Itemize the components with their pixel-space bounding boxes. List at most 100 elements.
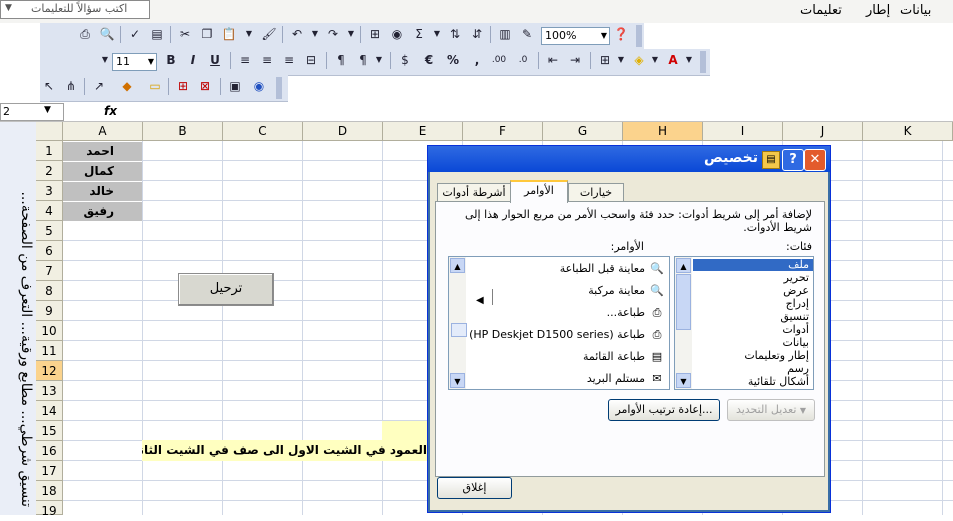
- column-header[interactable]: J: [783, 122, 863, 141]
- row-header[interactable]: 5: [36, 221, 63, 241]
- merge-center-icon[interactable]: ⊟: [302, 51, 320, 69]
- cell-a1[interactable]: احمد: [63, 142, 142, 161]
- increase-decimal-icon[interactable]: .00: [490, 51, 508, 69]
- pointer-icon[interactable]: ↖: [40, 77, 58, 95]
- row-header[interactable]: 12: [36, 361, 63, 381]
- chevron-down-icon[interactable]: ▼: [44, 105, 51, 115]
- column-header[interactable]: A: [63, 122, 143, 141]
- spelling-icon[interactable]: ✓: [126, 25, 144, 43]
- close-button[interactable]: إغلاق: [437, 477, 512, 499]
- chevron-down-icon[interactable]: ▼: [240, 25, 258, 43]
- chevron-down-icon[interactable]: ▼: [428, 25, 446, 43]
- toolbar-grip[interactable]: [276, 77, 282, 99]
- globe-icon[interactable]: ◉: [388, 25, 406, 43]
- remove-all-arrows-icon[interactable]: ⊠: [196, 77, 214, 95]
- zoom-combo[interactable]: 100% ▼: [541, 27, 610, 45]
- categories-list[interactable]: ▲ ▼ ملف تحرير عرض إدراج تنسيق أدوات بيان…: [674, 256, 814, 390]
- chevron-down-icon[interactable]: ▼: [5, 3, 12, 13]
- tree-icon[interactable]: ⋔: [62, 77, 80, 95]
- list-item[interactable]: تحرير: [784, 272, 809, 284]
- format-painter-icon[interactable]: 🖌: [260, 25, 278, 43]
- column-header[interactable]: H: [623, 122, 703, 141]
- row-header[interactable]: 1: [36, 141, 63, 161]
- chevron-down-icon[interactable]: ▼: [148, 54, 154, 70]
- align-right-icon[interactable]: ≡: [280, 51, 298, 69]
- align-center-icon[interactable]: ≡: [258, 51, 276, 69]
- row-header[interactable]: 2: [36, 161, 63, 181]
- drawing-icon[interactable]: ✎: [518, 25, 536, 43]
- underline-button[interactable]: U: [206, 51, 224, 69]
- list-item[interactable]: رسم: [787, 363, 809, 375]
- decrease-decimal-icon[interactable]: .0: [514, 51, 532, 69]
- rtl-icon[interactable]: ¶: [332, 51, 350, 69]
- cell-a2[interactable]: كمال: [63, 162, 142, 181]
- row-header[interactable]: 7: [36, 261, 63, 281]
- note-cell[interactable]: العمود في الشيت الاول الى صف في الشيت ال…: [142, 440, 427, 461]
- list-item[interactable]: تنسيق: [780, 311, 809, 323]
- fx-icon[interactable]: fx: [104, 104, 117, 118]
- help-icon[interactable]: ❓: [612, 25, 630, 43]
- font-size-combo[interactable]: 11 ▼: [112, 53, 157, 71]
- rearrange-commands-button[interactable]: إعادة ترتيب الأوامر...: [608, 399, 720, 421]
- percent-icon[interactable]: %: [444, 51, 462, 69]
- row-header[interactable]: 13: [36, 381, 63, 401]
- evaluate-formula-icon[interactable]: ◉: [250, 77, 268, 95]
- undo-icon[interactable]: ↶: [288, 25, 306, 43]
- watch-window-icon[interactable]: ▣: [226, 77, 244, 95]
- chevron-down-icon[interactable]: ▼: [680, 51, 698, 69]
- trace-icon[interactable]: ↗: [90, 77, 108, 95]
- row-header[interactable]: 8: [36, 281, 63, 301]
- tab-commands[interactable]: الأوامر: [510, 180, 568, 203]
- checkbox[interactable]: [451, 323, 467, 337]
- list-item[interactable]: عرض: [783, 285, 809, 297]
- tab-options[interactable]: خيارات: [568, 183, 624, 202]
- chevron-down-icon[interactable]: ▼: [601, 28, 607, 44]
- column-header[interactable]: D: [303, 122, 383, 141]
- row-header[interactable]: 6: [36, 241, 63, 261]
- remove-arrows-icon[interactable]: ⊞: [174, 77, 192, 95]
- hyperlink-icon[interactable]: ⊞: [366, 25, 384, 43]
- comma-style-icon[interactable]: ,: [468, 51, 486, 69]
- list-item[interactable]: طباعة...: [607, 303, 645, 323]
- help-icon[interactable]: ?: [782, 149, 804, 171]
- chevron-down-icon[interactable]: ▼: [306, 25, 324, 43]
- task-pane-text[interactable]: تنسيق شرطي... مطابع ورقية... التعرف من ا…: [4, 122, 34, 507]
- scroll-down-icon[interactable]: ▼: [676, 373, 691, 388]
- tab-toolbars[interactable]: أشرطة أدوات: [437, 183, 511, 202]
- scroll-up-icon[interactable]: ▲: [450, 258, 465, 273]
- sort-descending-icon[interactable]: ⇵: [468, 25, 486, 43]
- scroll-down-icon[interactable]: ▼: [450, 373, 465, 388]
- cut-icon[interactable]: ✂: [176, 25, 194, 43]
- list-item[interactable]: طباعة (HP Deskjet D1500 series): [469, 325, 645, 345]
- sort-ascending-icon[interactable]: ⇅: [446, 25, 464, 43]
- column-header[interactable]: F: [463, 122, 543, 141]
- list-item[interactable]: أدوات: [782, 324, 809, 336]
- row-header[interactable]: 10: [36, 321, 63, 341]
- select-all-corner[interactable]: [36, 122, 63, 141]
- row-header[interactable]: 18: [36, 481, 63, 501]
- error-icon[interactable]: ◆: [118, 77, 136, 95]
- print-icon[interactable]: ⎙: [76, 25, 94, 43]
- list-item[interactable]: مستلم البريد: [587, 369, 645, 389]
- list-item[interactable]: معاينة مركبة: [588, 281, 645, 301]
- autosum-icon[interactable]: Σ: [410, 25, 428, 43]
- cell-a4[interactable]: رفيق: [63, 202, 142, 221]
- row-header[interactable]: 17: [36, 461, 63, 481]
- transfer-button[interactable]: ترحيل: [178, 273, 274, 306]
- scrollbar[interactable]: ▲ ▼: [675, 257, 692, 389]
- column-header[interactable]: G: [543, 122, 623, 141]
- toolbar-grip[interactable]: [636, 25, 642, 47]
- menu-item-help[interactable]: تعليمات: [800, 3, 842, 18]
- column-header[interactable]: E: [383, 122, 463, 141]
- name-box[interactable]: 2: [0, 103, 64, 121]
- list-item[interactable]: إدراج: [786, 298, 809, 310]
- copy-icon[interactable]: ❐: [198, 25, 216, 43]
- comment-icon[interactable]: ▭: [146, 77, 164, 95]
- euro-icon[interactable]: €: [420, 51, 438, 69]
- row-header[interactable]: 3: [36, 181, 63, 201]
- toolbar-grip[interactable]: [700, 51, 706, 73]
- list-item[interactable]: إطار وتعليمات: [744, 350, 809, 362]
- list-item[interactable]: ملف: [693, 259, 813, 271]
- list-item[interactable]: بيانات: [782, 337, 809, 349]
- chevron-down-icon[interactable]: ▼: [342, 25, 360, 43]
